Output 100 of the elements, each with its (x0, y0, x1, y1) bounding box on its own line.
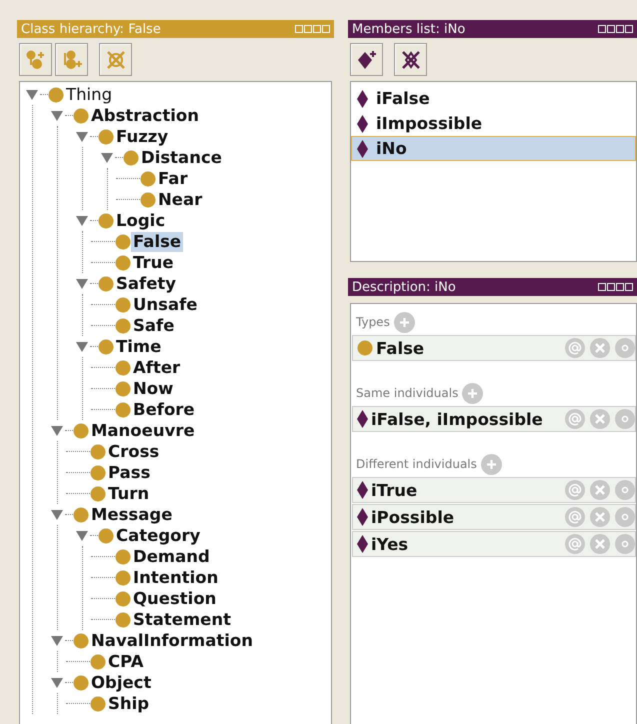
expand-triangle-icon[interactable] (76, 528, 88, 542)
class-tree-item[interactable]: Statement (131, 610, 234, 630)
class-circle-icon (73, 506, 89, 522)
class-tree-item[interactable]: Message (89, 504, 174, 524)
delete-icon[interactable] (590, 507, 610, 527)
delete-icon[interactable] (590, 338, 610, 358)
class-tree-item[interactable]: Logic (114, 210, 168, 230)
class-tree-item[interactable]: Safety (114, 274, 178, 294)
delete-icon[interactable] (590, 534, 610, 554)
expand-triangle-icon[interactable] (76, 276, 88, 290)
add-icon[interactable] (480, 454, 502, 474)
delete-icon[interactable] (590, 409, 610, 429)
annotate-icon[interactable] (565, 338, 585, 358)
class-tree-item[interactable]: Question (131, 588, 218, 608)
class-circle-icon (357, 340, 373, 356)
class-tree-item[interactable]: Demand (131, 546, 212, 566)
delete-icon[interactable] (590, 480, 610, 500)
delete-class-button[interactable] (99, 43, 132, 76)
class-tree-item[interactable]: Pass (106, 462, 152, 482)
edit-icon[interactable] (615, 480, 635, 500)
class-tree-item[interactable]: Far (156, 168, 190, 188)
expand-triangle-icon[interactable] (76, 340, 88, 354)
crossed-circle-icon (104, 48, 126, 70)
class-tree-item[interactable]: Category (114, 526, 202, 546)
class-tree-item[interactable]: True (131, 252, 176, 272)
expand-triangle-icon[interactable] (51, 424, 63, 438)
member-list-item[interactable]: iFalse (351, 86, 636, 111)
description-value: False (376, 338, 426, 358)
class-tree-item[interactable]: Time (114, 336, 164, 356)
class-tree-item[interactable]: Ship (106, 694, 152, 714)
class-circle-icon (98, 338, 114, 354)
add-subclass-button[interactable] (19, 43, 52, 76)
class-tree-item[interactable]: CPA (106, 652, 146, 672)
class-circle-icon (140, 192, 156, 208)
class-tree-item[interactable]: Manoeuvre (89, 420, 197, 440)
float-view-button[interactable] (607, 283, 615, 291)
annotate-icon[interactable] (565, 534, 585, 554)
add-sibling-button[interactable] (55, 43, 88, 76)
annotate-icon[interactable] (565, 409, 585, 429)
class-tree-item[interactable]: Unsafe (131, 294, 200, 314)
class-tree-item[interactable]: Thing (64, 84, 114, 104)
class-tree-item[interactable]: Object (89, 672, 154, 692)
maximize-button[interactable] (616, 25, 624, 33)
class-circle-icon (73, 108, 89, 124)
class-circle-icon (123, 150, 139, 166)
expand-triangle-icon[interactable] (51, 508, 63, 522)
expand-triangle-icon[interactable] (51, 108, 63, 122)
add-icon[interactable] (394, 312, 415, 332)
class-circle-icon (115, 318, 131, 334)
class-tree-item[interactable]: False (131, 232, 184, 252)
panel-title: Class hierarchy: False (21, 22, 161, 36)
delete-individual-button[interactable] (394, 43, 427, 76)
expand-triangle-icon[interactable] (51, 634, 63, 648)
add-icon[interactable] (462, 382, 484, 404)
class-tree-item[interactable]: Abstraction (89, 106, 201, 126)
class-tree-item[interactable]: After (131, 358, 182, 378)
class-circle-icon (98, 212, 114, 228)
expand-triangle-icon[interactable] (101, 150, 113, 164)
class-circle-icon (48, 86, 64, 102)
annotate-icon[interactable] (565, 507, 585, 527)
float-view-button[interactable] (607, 25, 615, 33)
class-tree-item[interactable]: Intention (131, 568, 220, 588)
section-heading: Same individuals (356, 386, 458, 400)
individual-diamond-icon (357, 410, 368, 428)
class-tree-item[interactable]: Turn (106, 484, 152, 504)
split-view-button[interactable] (598, 283, 606, 291)
class-circle-icon (115, 548, 131, 564)
class-tree-item[interactable]: NavalInformation (89, 630, 255, 650)
class-tree-item[interactable]: Distance (139, 148, 224, 168)
split-view-button[interactable] (598, 25, 606, 33)
expand-triangle-icon[interactable] (76, 130, 88, 144)
class-circle-icon (115, 570, 131, 586)
class-circle-icon (73, 632, 89, 648)
edit-icon[interactable] (615, 409, 635, 429)
close-button[interactable] (625, 283, 633, 291)
annotate-icon[interactable] (565, 480, 585, 500)
edit-icon[interactable] (615, 338, 635, 358)
expand-triangle-icon[interactable] (51, 676, 63, 690)
class-tree-item[interactable]: Near (156, 190, 204, 210)
class-circle-icon (90, 654, 106, 670)
individual-diamond-icon (357, 508, 368, 526)
class-tree-item[interactable]: Now (131, 378, 176, 398)
class-circle-icon (90, 696, 106, 712)
edit-icon[interactable] (615, 534, 635, 554)
member-list-item[interactable]: iNo (351, 136, 636, 161)
class-tree-item[interactable]: Safe (131, 316, 176, 336)
class-circle-icon (115, 360, 131, 376)
class-tree-item[interactable]: Cross (106, 442, 162, 462)
member-list-item[interactable]: iImpossible (351, 111, 636, 136)
close-button[interactable] (625, 25, 633, 33)
expand-triangle-icon[interactable] (76, 214, 88, 228)
class-circle-icon (115, 590, 131, 606)
class-tree-item[interactable]: Fuzzy (114, 126, 170, 146)
panel-title: Description: iNo (352, 280, 456, 294)
class-tree-item[interactable]: Before (131, 400, 197, 420)
edit-icon[interactable] (615, 507, 635, 527)
maximize-button[interactable] (616, 283, 624, 291)
add-individual-button[interactable] (350, 43, 383, 76)
expand-triangle-icon[interactable] (26, 88, 38, 102)
class-circle-icon (98, 276, 114, 292)
